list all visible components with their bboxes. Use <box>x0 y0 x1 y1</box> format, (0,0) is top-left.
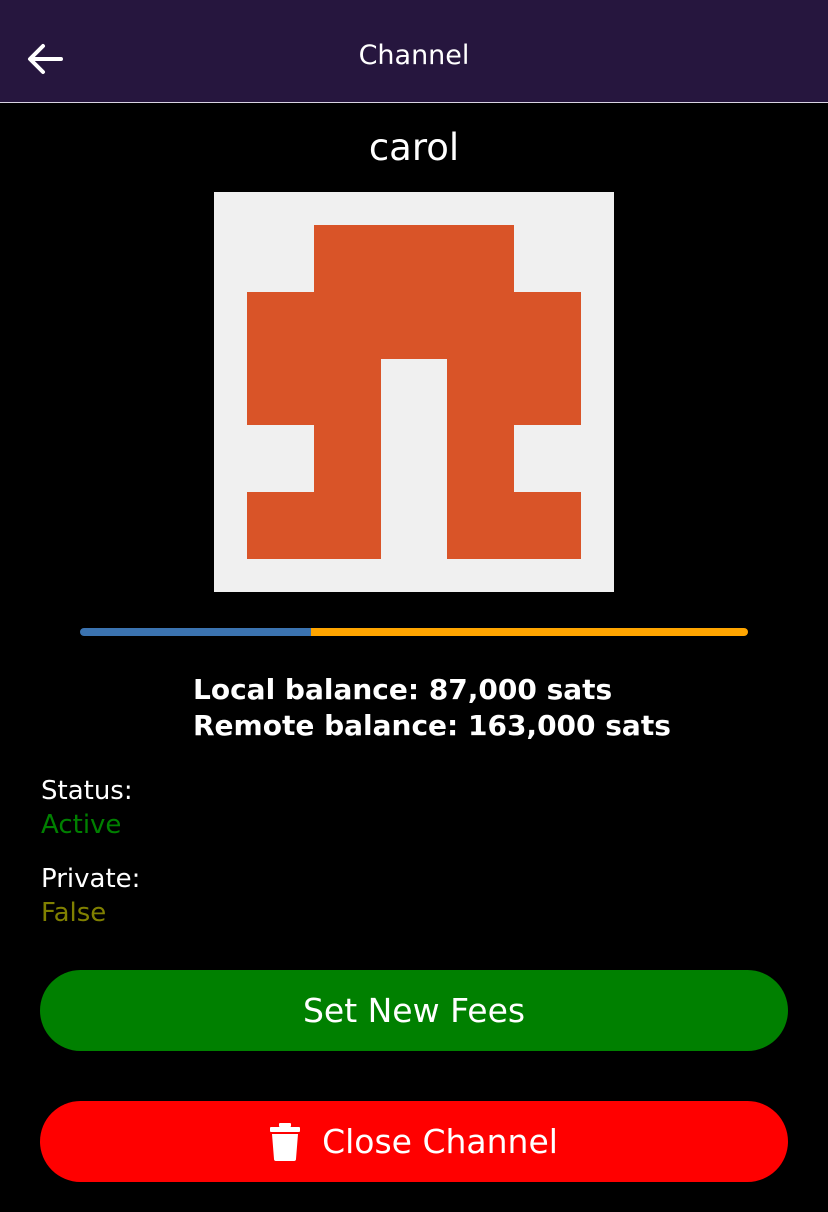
balances: Local balance: 87,000 sats Remote balanc… <box>193 672 671 744</box>
status-value: Active <box>41 810 122 840</box>
close-channel-button[interactable]: Close Channel <box>40 1101 788 1182</box>
balance-bar <box>80 628 748 636</box>
remote-balance-text: Remote balance: 163,000 sats <box>193 709 671 742</box>
private-value: False <box>41 898 107 928</box>
private-label: Private: <box>41 864 141 894</box>
set-new-fees-button[interactable]: Set New Fees <box>40 970 788 1051</box>
page-title: Channel <box>358 40 470 71</box>
remote-balance-bar <box>311 628 748 636</box>
local-balance-text: Local balance: 87,000 sats <box>193 673 613 706</box>
close-channel-label: Close Channel <box>322 1122 558 1161</box>
local-balance-bar <box>80 628 312 636</box>
peer-identicon <box>214 192 614 592</box>
peer-alias: carol <box>368 126 460 169</box>
set-new-fees-label: Set New Fees <box>302 991 526 1030</box>
app-header: Channel <box>0 0 828 103</box>
trash-icon <box>270 1122 301 1161</box>
status-label: Status: <box>41 776 133 806</box>
